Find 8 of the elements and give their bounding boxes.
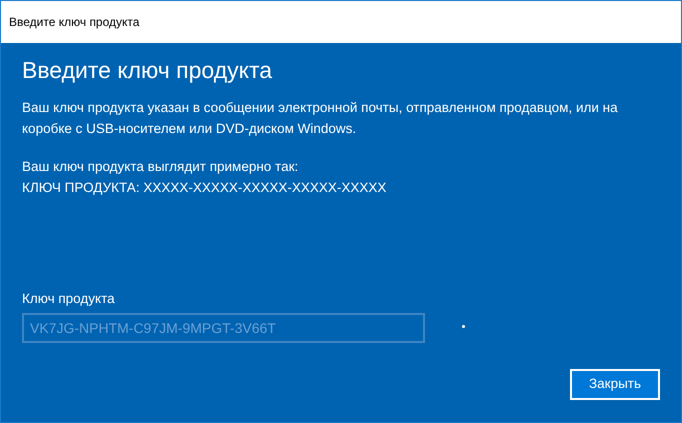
loading-dot-icon	[462, 325, 465, 328]
example-text: Ваш ключ продукта выглядит примерно так:	[22, 158, 300, 176]
description-text: Ваш ключ продукта указан в сообщении электронной почты, отправленном продавцом, или на коробке с USB-носителем или DVD-диском Windows.	[22, 98, 619, 138]
window-title: Введите ключ продукта	[9, 14, 140, 31]
dialog-heading: Введите ключ продукта	[22, 57, 274, 85]
example-text: КЛЮЧ ПРОДУКТА: XXXXX-XXXXX-XXXXX-XXXXX-XXXXX	[22, 178, 388, 197]
field-label: Ключ продукта	[22, 290, 116, 308]
close-button[interactable]: Закрыть	[570, 369, 660, 400]
